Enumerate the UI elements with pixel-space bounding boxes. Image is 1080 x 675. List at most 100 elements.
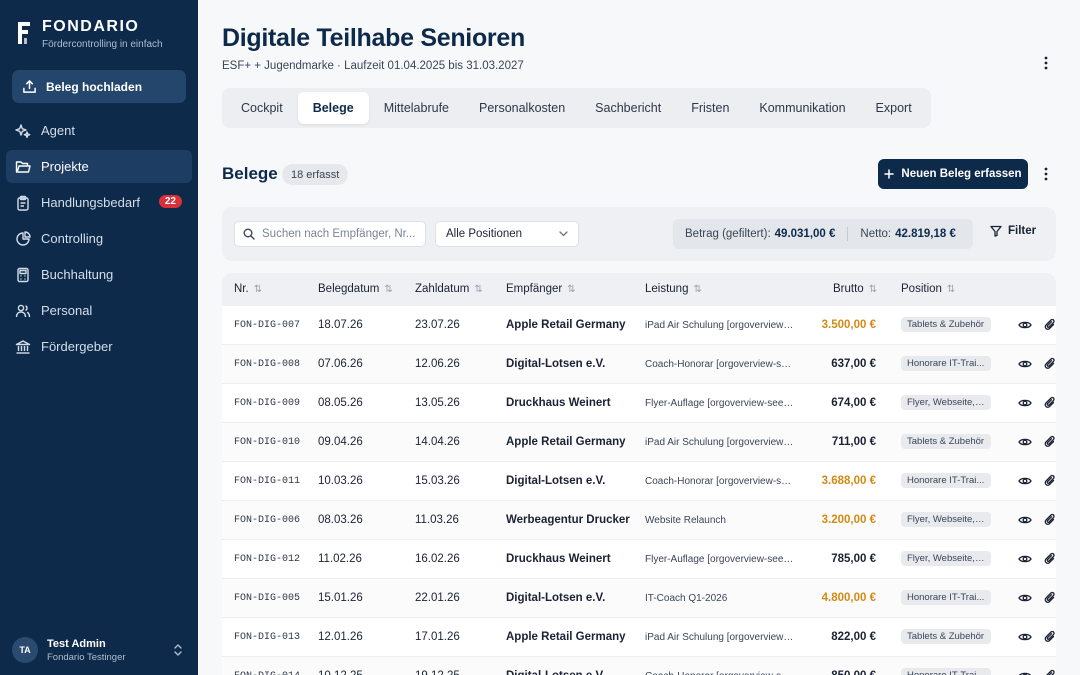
sort-icon: ⇅ bbox=[567, 283, 576, 295]
sidebar-item-foerdergeber[interactable]: Fördergeber bbox=[6, 330, 192, 363]
eye-icon[interactable] bbox=[1018, 396, 1032, 410]
table-row[interactable]: FON-DIG-010 09.04.26 14.04.26 Apple Retail … bbox=[222, 423, 1056, 462]
paperclip-icon[interactable] bbox=[1044, 474, 1056, 488]
filter-button[interactable]: Filter bbox=[990, 225, 1036, 237]
position-select[interactable]: Alle Positionen bbox=[435, 221, 579, 247]
brand[interactable]: FONDARIO Fördercontrolling in einfach bbox=[16, 18, 163, 50]
section-title: Belege bbox=[222, 164, 278, 183]
table-row[interactable]: FON-DIG-008 07.06.26 12.06.26 Digital-Lotse… bbox=[222, 345, 1056, 384]
brand-name: FONDARIO bbox=[42, 18, 140, 35]
payment-date: 11.03.26 bbox=[415, 514, 459, 526]
tab-export[interactable]: Export bbox=[861, 92, 927, 124]
column-header-belegdatum[interactable]: Belegdatum ⇅ bbox=[318, 283, 393, 295]
column-header-empfaenger[interactable]: Empfänger ⇅ bbox=[506, 283, 576, 295]
table-row[interactable]: FON-DIG-012 11.02.26 16.02.26 Druckhaus Wei… bbox=[222, 540, 1056, 579]
eye-icon[interactable] bbox=[1018, 513, 1032, 527]
section-more-menu-button[interactable] bbox=[1036, 164, 1056, 184]
paperclip-icon[interactable] bbox=[1044, 318, 1056, 332]
table-row[interactable]: FON-DIG-006 08.03.26 11.03.26 Werbeagentur … bbox=[222, 501, 1056, 540]
gross-amount: 637,00 € bbox=[831, 358, 876, 370]
upload-receipt-button[interactable]: Beleg hochladen bbox=[12, 70, 186, 103]
paperclip-icon[interactable] bbox=[1044, 396, 1056, 410]
paperclip-icon[interactable] bbox=[1044, 357, 1056, 371]
sidebar: FONDARIO Fördercontrolling in einfach Be… bbox=[0, 0, 198, 675]
table-row[interactable]: FON-DIG-014 10.12.25 19.12.25 Digital-Lotse… bbox=[222, 657, 1056, 675]
column-header-position[interactable]: Position ⇅ bbox=[901, 283, 955, 295]
tab-fristen[interactable]: Fristen bbox=[676, 92, 744, 124]
sidebar-item-controlling[interactable]: Controlling bbox=[6, 222, 192, 255]
payment-date: 12.06.26 bbox=[415, 358, 460, 370]
sidebar-item-buchhaltung[interactable]: Buchhaltung bbox=[6, 258, 192, 291]
eye-icon[interactable] bbox=[1018, 591, 1032, 605]
tab-belege[interactable]: Belege bbox=[297, 92, 369, 124]
service-description: IT-Coach Q1-2026 bbox=[645, 593, 728, 604]
receipt-date: 11.02.26 bbox=[318, 553, 362, 565]
user-menu[interactable]: TA Test Admin Fondario Testinger bbox=[12, 634, 188, 666]
table-row[interactable]: FON-DIG-013 12.01.26 17.01.26 Apple Retail … bbox=[222, 618, 1056, 657]
position-select-value: Alle Positionen bbox=[446, 228, 523, 240]
paperclip-icon[interactable] bbox=[1044, 630, 1056, 644]
eye-icon[interactable] bbox=[1018, 318, 1032, 332]
gross-amount: 711,00 € bbox=[831, 436, 876, 448]
receipt-number: FON-DIG-005 bbox=[234, 593, 301, 604]
column-header-label: Belegdatum bbox=[318, 283, 380, 295]
recipient: Druckhaus Weinert bbox=[506, 553, 611, 565]
sort-icon: ⇅ bbox=[693, 283, 702, 295]
position-tag: Tablets & Zubehör bbox=[901, 317, 991, 332]
chevron-down-icon bbox=[559, 231, 568, 237]
table-row[interactable]: FON-DIG-005 15.01.26 22.01.26 Digital-Lotse… bbox=[222, 579, 1056, 618]
table-row[interactable]: FON-DIG-009 08.05.26 13.05.26 Druckhaus Wei… bbox=[222, 384, 1056, 423]
table-row[interactable]: FON-DIG-007 18.07.26 23.07.26 Apple Retail … bbox=[222, 306, 1056, 345]
position-tag: Honorare IT-Trai... bbox=[901, 668, 991, 675]
eye-icon[interactable] bbox=[1018, 630, 1032, 644]
tab-mittelabrufe[interactable]: Mittelabrufe bbox=[369, 92, 464, 124]
sidebar-item-agent[interactable]: Agent bbox=[6, 114, 192, 147]
tab-sachbericht[interactable]: Sachbericht bbox=[580, 92, 676, 124]
plus-icon bbox=[884, 169, 895, 179]
gross-amount: 3.500,00 € bbox=[821, 319, 876, 331]
new-receipt-button[interactable]: Neuen Beleg erfassen bbox=[878, 159, 1028, 189]
service-description: iPad Air Schulung [orgoverview-... bbox=[645, 632, 795, 643]
payment-date: 14.04.26 bbox=[415, 436, 460, 448]
main-content: Digitale Teilhabe Senioren ESF+ + Jugend… bbox=[198, 0, 1080, 675]
user-org: Fondario Testinger bbox=[47, 651, 126, 663]
eye-icon[interactable] bbox=[1018, 552, 1032, 566]
sidebar-item-handlungsbedarf[interactable]: Handlungsbedarf 22 bbox=[6, 186, 192, 219]
tab-personalkosten[interactable]: Personalkosten bbox=[464, 92, 580, 124]
recipient: Digital-Lotsen e.V. bbox=[506, 592, 606, 604]
sidebar-item-personal[interactable]: Personal bbox=[6, 294, 192, 327]
column-header-leistung[interactable]: Leistung ⇅ bbox=[645, 283, 702, 295]
sidebar-item-label: Controlling bbox=[41, 231, 104, 246]
eye-icon[interactable] bbox=[1018, 669, 1032, 675]
eye-icon[interactable] bbox=[1018, 435, 1032, 449]
upload-icon bbox=[23, 80, 36, 93]
paperclip-icon[interactable] bbox=[1044, 591, 1056, 605]
search-input[interactable] bbox=[262, 228, 422, 240]
paperclip-icon[interactable] bbox=[1044, 669, 1056, 675]
service-description: Coach-Honorar [orgoverview-se... bbox=[645, 671, 795, 675]
tab-kommunikation[interactable]: Kommunikation bbox=[744, 92, 860, 124]
tab-cockpit[interactable]: Cockpit bbox=[226, 92, 298, 124]
paperclip-icon[interactable] bbox=[1044, 513, 1056, 527]
eye-icon[interactable] bbox=[1018, 357, 1032, 371]
sidebar-item-projekte[interactable]: Projekte bbox=[6, 150, 192, 183]
gross-amount: 3.688,00 € bbox=[821, 475, 876, 487]
column-header-brutto[interactable]: Brutto ⇅ bbox=[833, 283, 877, 295]
paperclip-icon[interactable] bbox=[1044, 552, 1056, 566]
eye-icon[interactable] bbox=[1018, 474, 1032, 488]
filter-label: Filter bbox=[1008, 225, 1037, 237]
payment-date: 16.02.26 bbox=[415, 553, 460, 565]
folder-icon bbox=[15, 160, 31, 173]
page-more-menu-button[interactable] bbox=[1036, 53, 1056, 73]
gross-amount: 850,00 € bbox=[831, 670, 876, 675]
search-field[interactable] bbox=[234, 221, 426, 247]
filter-icon bbox=[990, 225, 1002, 237]
more-vertical-icon bbox=[1044, 167, 1048, 181]
column-header-nr[interactable]: Nr. ⇅ bbox=[234, 283, 262, 295]
table-row[interactable]: FON-DIG-011 10.03.26 15.03.26 Digital-Lotse… bbox=[222, 462, 1056, 501]
paperclip-icon[interactable] bbox=[1044, 435, 1056, 449]
receipt-date: 10.12.25 bbox=[318, 670, 363, 675]
column-header-zahldatum[interactable]: Zahldatum ⇅ bbox=[415, 283, 483, 295]
calculator-icon bbox=[17, 267, 29, 282]
recipient: Digital-Lotsen e.V. bbox=[506, 358, 606, 370]
